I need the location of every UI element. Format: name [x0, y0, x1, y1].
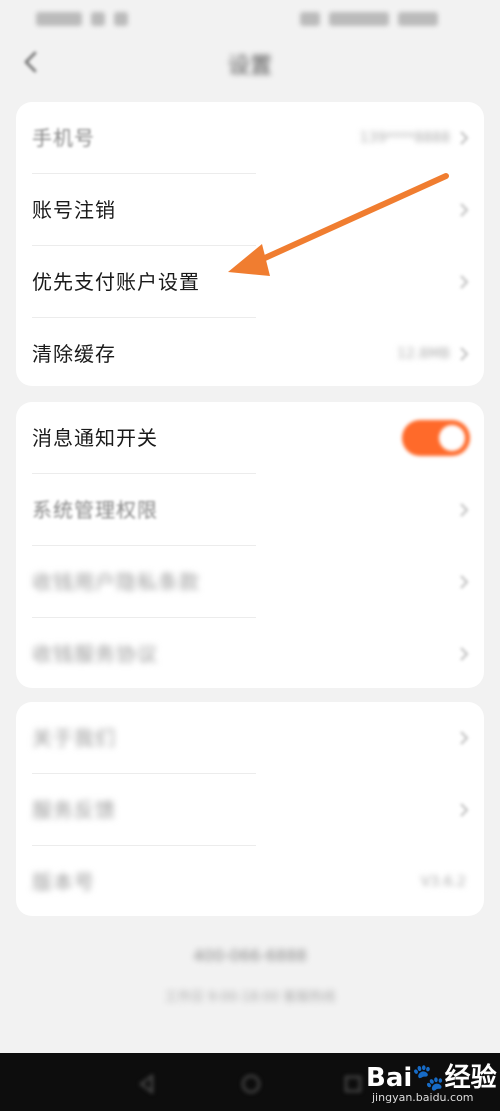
settings-page: 设置 手机号 139****8888 账号注销 优先支付账户设置 清除缓存 12…: [0, 0, 500, 1111]
row-label: 收钱服务协议: [32, 642, 158, 666]
row-service-agreement[interactable]: 收钱服务协议: [16, 618, 484, 688]
footer-phone: 400-066-6888: [193, 946, 307, 965]
settings-card-permissions: 消息通知开关 系统管理权限 收钱用户隐私条款 收钱服务协议: [16, 402, 484, 688]
row-label: 账号注销: [32, 198, 116, 222]
watermark-url: jingyan.baidu.com: [372, 1091, 474, 1104]
chevron-right-icon: [460, 347, 469, 361]
chevron-right-icon: [460, 275, 469, 289]
battery-icon: [398, 11, 439, 26]
notification-toggle[interactable]: [402, 420, 470, 456]
row-label: 系统管理权限: [32, 498, 158, 522]
row-label: 手机号: [32, 126, 95, 150]
status-right: [300, 8, 460, 26]
status-left: [36, 8, 136, 26]
system-home-icon[interactable]: [240, 1073, 262, 1095]
chevron-right-icon: [460, 647, 469, 661]
row-value: V3.6.2: [420, 874, 466, 890]
status-icon-placeholder: [114, 11, 129, 26]
row-clear-cache[interactable]: 清除缓存 12.8MB: [16, 318, 484, 386]
baidu-jingyan-watermark: Bai🐾经验 jingyan.baidu.com: [364, 1055, 497, 1109]
chevron-right-icon: [460, 575, 469, 589]
row-label: 收钱用户隐私条款: [32, 570, 200, 594]
settings-card-about: 关于我们 服务反馈 版本号 V3.6.2: [16, 702, 484, 916]
row-about[interactable]: 关于我们: [16, 702, 484, 774]
row-label: 优先支付账户设置: [32, 270, 200, 294]
watermark-brand: Bai🐾经验: [366, 1063, 497, 1093]
signal-icon: [300, 11, 320, 26]
chevron-right-icon: [460, 731, 469, 745]
row-label: 版本号: [32, 870, 95, 894]
toggle-knob: [439, 425, 465, 451]
nav-bar: 设置: [0, 36, 500, 92]
chevron-right-icon: [460, 203, 469, 217]
row-notification-switch: 消息通知开关: [16, 402, 484, 474]
settings-card-account: 手机号 139****8888 账号注销 优先支付账户设置 清除缓存 12.8M…: [16, 102, 484, 386]
row-privacy-terms[interactable]: 收钱用户隐私条款: [16, 546, 484, 618]
system-nav-bar: Bai🐾经验 jingyan.baidu.com: [0, 1053, 500, 1111]
status-time-placeholder: [36, 11, 82, 26]
row-value: 12.8MB: [397, 346, 450, 362]
row-label: 关于我们: [32, 726, 116, 750]
row-label: 清除缓存: [32, 342, 116, 366]
system-recent-icon[interactable]: [342, 1073, 364, 1095]
status-icon-placeholder: [91, 11, 106, 26]
row-account-cancel[interactable]: 账号注销: [16, 174, 484, 246]
chevron-right-icon: [460, 803, 469, 817]
row-label: 消息通知开关: [32, 426, 158, 450]
row-value: 139****8888: [359, 130, 450, 146]
row-feedback[interactable]: 服务反馈: [16, 774, 484, 846]
chevron-right-icon: [460, 503, 469, 517]
row-priority-payment[interactable]: 优先支付账户设置: [16, 246, 484, 318]
row-label: 服务反馈: [32, 798, 116, 822]
row-phone[interactable]: 手机号 139****8888: [16, 102, 484, 174]
row-system-permissions[interactable]: 系统管理权限: [16, 474, 484, 546]
status-bar: [0, 0, 500, 36]
network-speed-placeholder: [329, 11, 390, 26]
footer-sub: 工作日 9:00-18:00 客服热线: [164, 990, 336, 1005]
row-version: 版本号 V3.6.2: [16, 846, 484, 916]
page-title: 设置: [227, 54, 272, 79]
system-back-icon[interactable]: [136, 1073, 158, 1095]
chevron-right-icon: [460, 131, 469, 145]
